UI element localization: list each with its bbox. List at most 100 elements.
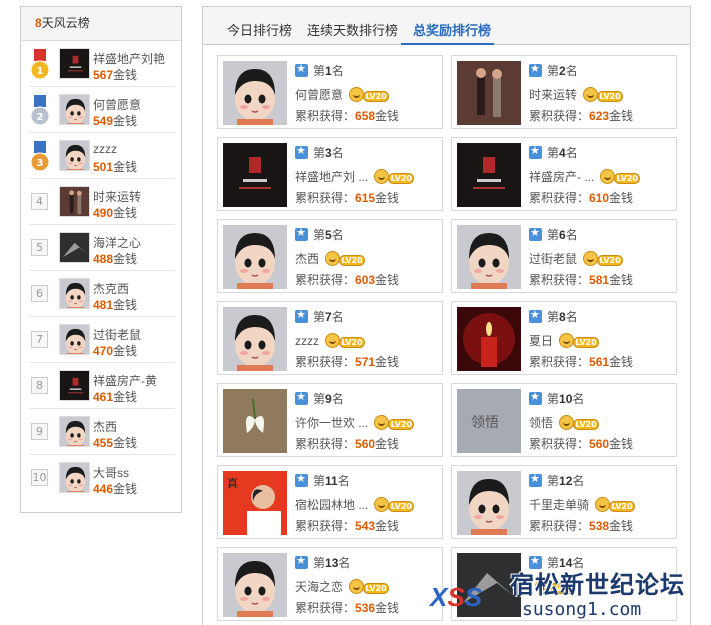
level-badge-icon: LV20 xyxy=(559,414,601,432)
user-name-link[interactable]: 夏日 LV20 xyxy=(529,332,601,350)
tab-total-reward-ranking[interactable]: 总奖励排行榜 xyxy=(413,20,491,39)
user-name-link[interactable]: 祥盛房产- ... LV20 xyxy=(529,168,642,186)
rank-list-item[interactable]: 6 杰克西 481金钱 xyxy=(29,271,175,317)
panel-title-text: 天风云榜 xyxy=(41,16,90,30)
user-avatar[interactable]: 领悟 xyxy=(457,389,521,453)
star-icon xyxy=(295,472,308,487)
user-name-link[interactable]: 宿松园林地 ... LV20 xyxy=(295,496,416,514)
rank-list-item[interactable]: 2 何曾愿意 549金钱 xyxy=(29,87,175,133)
star-icon xyxy=(295,144,308,159)
user-avatar[interactable] xyxy=(59,462,90,493)
rank-list: 1 祥盛地产刘艳 567金钱 2 何曾愿意 549金钱 3 zzzz 501金钱 4 时来运转 490… xyxy=(21,41,181,501)
star-icon xyxy=(295,554,308,569)
level-badge-icon: LV20 xyxy=(349,86,391,104)
user-name-link[interactable]: 祥盛房产-黄 xyxy=(93,372,157,389)
user-name-link[interactable]: 海洋之心 xyxy=(93,234,141,251)
accumulated-money: 累积获得：658金钱 xyxy=(295,109,400,123)
user-avatar[interactable] xyxy=(59,278,90,309)
user-name-link[interactable]: 祥盛地产刘 ... LV20 xyxy=(295,168,416,186)
accumulated-money: 累积获得：560金钱 xyxy=(529,437,634,451)
daily-ranking-panel: 8天风云榜 1 祥盛地产刘艳 567金钱 2 何曾愿意 549金钱 3 zzzz 501金钱 4 时… xyxy=(20,6,182,513)
user-avatar[interactable] xyxy=(223,225,287,289)
rank-number-badge: 5 xyxy=(31,239,48,256)
user-avatar[interactable]: 真 xyxy=(223,471,287,535)
user-name-link[interactable]: zzzz LV20 xyxy=(295,332,367,350)
rank-number-badge: 9 xyxy=(31,423,48,440)
user-avatar[interactable] xyxy=(457,61,521,125)
user-name-link[interactable]: 时来运转 LV20 xyxy=(529,86,625,104)
user-name-link[interactable]: 大哥ss xyxy=(93,464,129,481)
user-name-link[interactable]: 杰克西 xyxy=(93,280,129,297)
user-avatar[interactable] xyxy=(223,61,287,125)
user-name-link[interactable]: 许你一世欢 ... LV20 xyxy=(295,414,416,432)
user-avatar[interactable] xyxy=(223,307,287,371)
site-watermark: XSS 宿松新世纪论坛 susong1.com xyxy=(430,562,711,625)
user-avatar[interactable] xyxy=(59,416,90,447)
user-name-link[interactable]: 过街老鼠 LV20 xyxy=(529,250,625,268)
rank-list-item[interactable]: 9 杰西 455金钱 xyxy=(29,409,175,455)
user-name-link[interactable]: 天海之恋 LV20 xyxy=(295,578,391,596)
watermark-url: susong1.com xyxy=(522,599,642,620)
rank-number-badge: 8 xyxy=(31,377,48,394)
ranking-card: 第3名祥盛地产刘 ...LV20 累积获得：615金钱 xyxy=(217,137,443,211)
panel-title-number: 8 xyxy=(35,16,42,30)
level-badge-icon: LV20 xyxy=(325,332,367,350)
ranking-card: 第13名天海之恋LV20 累积获得：536金钱 xyxy=(217,547,443,621)
user-avatar[interactable] xyxy=(59,324,90,355)
rank-list-item[interactable]: 4 时来运转 490金钱 xyxy=(29,179,175,225)
medal-icon: 2 xyxy=(29,95,51,127)
accumulated-money: 累积获得：623金钱 xyxy=(529,109,634,123)
user-avatar[interactable] xyxy=(223,553,287,617)
user-name-link[interactable]: 千里走单骑 LV20 xyxy=(529,496,637,514)
money-amount: 549金钱 xyxy=(93,114,138,128)
medal-icon: 1 xyxy=(29,49,51,81)
user-avatar[interactable] xyxy=(59,370,90,401)
svg-text:真: 真 xyxy=(227,476,238,490)
star-icon xyxy=(529,472,542,487)
user-avatar[interactable] xyxy=(457,471,521,535)
accumulated-money: 累积获得：538金钱 xyxy=(529,519,634,533)
user-avatar[interactable] xyxy=(223,389,287,453)
rank-list-item[interactable]: 5 海洋之心 488金钱 xyxy=(29,225,175,271)
rank-label: 第12名 xyxy=(529,472,584,489)
rank-list-item[interactable]: 1 祥盛地产刘艳 567金钱 xyxy=(29,41,175,87)
user-name-link[interactable]: 杰西 xyxy=(93,418,117,435)
accumulated-money: 累积获得：561金钱 xyxy=(529,355,634,369)
user-avatar[interactable] xyxy=(457,307,521,371)
money-amount: 501金钱 xyxy=(93,160,138,174)
rank-list-item[interactable]: 7 过街老鼠 470金钱 xyxy=(29,317,175,363)
user-avatar[interactable] xyxy=(457,225,521,289)
user-name-link[interactable]: 过街老鼠 xyxy=(93,326,141,343)
money-amount: 490金钱 xyxy=(93,206,138,220)
star-icon xyxy=(529,308,542,323)
tab-today-ranking[interactable]: 今日排行榜 xyxy=(227,20,292,39)
money-amount: 455金钱 xyxy=(93,436,138,450)
user-avatar[interactable] xyxy=(59,48,90,79)
user-name-link[interactable]: 何曾愿意 xyxy=(93,96,141,113)
level-badge-icon: LV20 xyxy=(374,414,416,432)
user-avatar[interactable] xyxy=(223,143,287,207)
rank-list-item[interactable]: 10 大哥ss 446金钱 xyxy=(29,455,175,501)
user-name-link[interactable]: 时来运转 xyxy=(93,188,141,205)
rank-label: 第6名 xyxy=(529,226,578,243)
user-name-link[interactable]: 祥盛地产刘艳 xyxy=(93,50,165,67)
user-avatar[interactable] xyxy=(59,186,90,217)
money-amount: 488金钱 xyxy=(93,252,138,266)
level-badge-icon: LV20 xyxy=(583,250,625,268)
user-avatar[interactable] xyxy=(59,232,90,263)
level-badge-icon: LV20 xyxy=(600,168,642,186)
rank-list-item[interactable]: 8 祥盛房产-黄 461金钱 xyxy=(29,363,175,409)
user-name-link[interactable]: 领悟 LV20 xyxy=(529,414,601,432)
user-name-link[interactable]: zzzz xyxy=(93,142,117,156)
rank-label: 第11名 xyxy=(295,472,350,489)
user-avatar[interactable] xyxy=(59,94,90,125)
tab-consecutive-days-ranking[interactable]: 连续天数排行榜 xyxy=(307,20,398,39)
level-badge-icon: LV20 xyxy=(583,86,625,104)
rank-list-item[interactable]: 3 zzzz 501金钱 xyxy=(29,133,175,179)
money-amount: 461金钱 xyxy=(93,390,138,404)
user-name-link[interactable]: 何曾愿意 LV20 xyxy=(295,86,391,104)
user-avatar[interactable] xyxy=(59,140,90,171)
user-name-link[interactable]: 杰西 LV20 xyxy=(295,250,367,268)
user-avatar[interactable] xyxy=(457,143,521,207)
ranking-card: 第7名 zzzzLV20 累积获得：571金钱 xyxy=(217,301,443,375)
